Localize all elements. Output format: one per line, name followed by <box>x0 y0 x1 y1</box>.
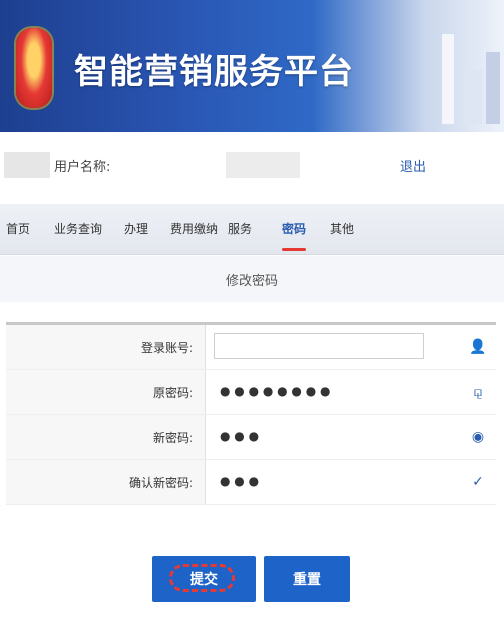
field-label: 新密码: <box>152 431 193 445</box>
key-icon[interactable]: ⚼ <box>468 382 488 402</box>
reset-button[interactable]: 重置 <box>264 556 350 602</box>
header-banner: 智能营销服务平台 <box>0 0 504 132</box>
tab-handle[interactable]: 办理 <box>124 220 148 237</box>
user-icon[interactable]: 👤 <box>468 337 488 357</box>
lock-icon[interactable]: ◉ <box>468 427 488 447</box>
logout-link[interactable]: 退出 <box>400 156 426 175</box>
password-form: 登录账号: 👤 原密码: ● ● ● ● ● ● ● ● ⚼ 新密码: ● ● … <box>6 322 496 505</box>
tab-password[interactable]: 密码 <box>282 220 307 251</box>
user-label: 用户名称: <box>54 160 111 175</box>
section-title: 修改密码 <box>225 274 278 289</box>
confirm-password-field[interactable]: ● ● ● <box>220 474 259 488</box>
section-title-bar: 修改密码 <box>0 256 504 302</box>
user-value <box>226 152 300 178</box>
form-row-confirm-password: 确认新密码: ● ● ● ✓ <box>6 460 496 505</box>
field-label: 确认新密码: <box>128 476 193 490</box>
emblem-icon <box>16 28 52 108</box>
tab-payment[interactable]: 费用缴纳 <box>170 220 218 237</box>
form-row-account: 登录账号: 👤 <box>6 325 496 370</box>
field-label: 登录账号: <box>140 341 193 355</box>
building-decoration-icon <box>420 0 504 132</box>
old-password-field[interactable]: ● ● ● ● ● ● ● ● <box>220 384 330 398</box>
tab-home[interactable]: 首页 <box>6 220 30 237</box>
account-input[interactable] <box>214 333 424 359</box>
tab-service[interactable]: 服务 <box>228 220 252 237</box>
new-password-field[interactable]: ● ● ● <box>220 429 259 443</box>
tab-other[interactable]: 其他 <box>330 220 354 237</box>
user-bar: 用户名称: 退出 <box>0 140 504 192</box>
tab-bar: 首页 业务查询 办理 费用缴纳 服务 密码 其他 <box>0 204 504 255</box>
tab-query[interactable]: 业务查询 <box>54 220 102 237</box>
shield-icon[interactable]: ✓ <box>468 472 488 492</box>
avatar <box>4 152 50 178</box>
submit-button[interactable]: 提交 <box>152 556 256 602</box>
header-title: 智能营销服务平台 <box>74 52 354 92</box>
form-row-new-password: 新密码: ● ● ● ◉ <box>6 415 496 460</box>
form-row-old-password: 原密码: ● ● ● ● ● ● ● ● ⚼ <box>6 370 496 415</box>
field-label: 原密码: <box>152 386 193 400</box>
